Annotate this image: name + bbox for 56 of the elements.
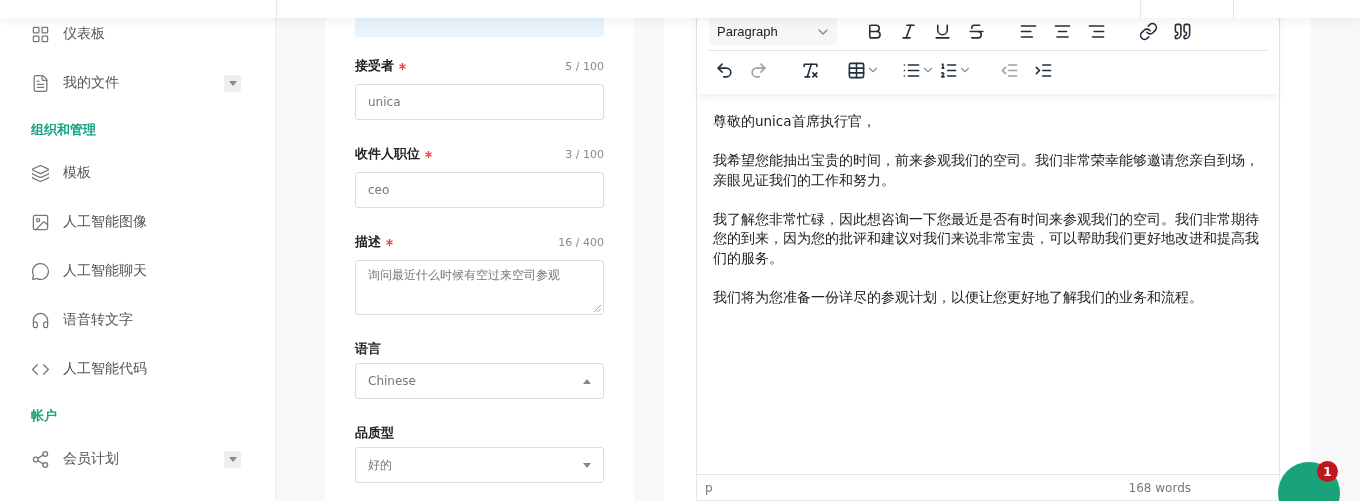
image-icon xyxy=(31,212,50,232)
document-icon xyxy=(31,73,50,93)
sidebar-item[interactable]: 会员计划 xyxy=(31,443,241,475)
align-center-icon xyxy=(1052,22,1072,41)
word-count: 168 words xyxy=(1128,480,1191,495)
redo-icon xyxy=(748,60,768,80)
text-field[interactable]: ceo xyxy=(355,172,604,208)
headphones-icon xyxy=(31,310,50,330)
clear-format-icon xyxy=(800,60,820,80)
strikethrough-icon xyxy=(966,22,986,41)
paragraph: 我希望您能抽出宝贵的时间，前来参观我们的空司。我们非常荣幸能够邀请您亲自到场，亲眼见证我们的工作和努力。 xyxy=(713,151,1260,190)
character-counter: 3 / 100 xyxy=(565,147,604,161)
sidebar-section-title: 组织和管理 xyxy=(31,121,97,139)
numbered-list-icon xyxy=(939,60,958,80)
sidebar-item[interactable]: 人工智能图像 xyxy=(31,206,241,238)
expand-button[interactable] xyxy=(224,450,241,468)
table-icon xyxy=(847,60,866,80)
field-label: 品质型 xyxy=(355,424,394,442)
align-left-icon xyxy=(1018,22,1038,41)
caret-down-icon xyxy=(228,80,237,86)
sidebar-item[interactable]: 模板 xyxy=(31,157,241,189)
sidebar-item[interactable]: 人工智能聊天 xyxy=(31,255,241,287)
underline-icon xyxy=(932,22,952,41)
text-area[interactable]: 询问最近什么时候有空过来空司参观 xyxy=(355,260,604,315)
notification-badge: 1 xyxy=(1317,461,1338,482)
field-label: 收件人职位 xyxy=(355,145,420,163)
sidebar-item[interactable]: 我的文件 xyxy=(31,67,241,99)
select-field[interactable]: 好的 xyxy=(355,447,604,483)
align-right-icon xyxy=(1086,22,1106,41)
select-field[interactable]: Chinese xyxy=(355,363,604,399)
sidebar-item[interactable]: 仪表板 xyxy=(31,18,241,50)
paragraph: 我了解您非常忙碌，因此想咨询一下您最近是否有时间来参观我们的空司。我们非常期待您的到来，因为您的批评和建议对我们来说非常宝贵，可以帮助我们更好地改进和提高我们的服务。 xyxy=(713,209,1260,268)
sidebar-item[interactable]: 语音转文字 xyxy=(31,304,241,336)
sidebar-section-title: 帐户 xyxy=(31,407,58,425)
layers-icon xyxy=(31,163,50,183)
character-counter: 5 / 100 xyxy=(565,59,604,73)
editor-content[interactable]: 尊敬的unica首席执行官， 我希望您能抽出宝贵的时间，前来参观我们的空司。我们非常荣幸能够邀请您亲自到场，亲眼见证我们的工作和努力。 我了解您非常忙碌，因此想咨询一下您最近是否有时间来参观我们的空司。我们非常期待您的到来，因为您的批评和建议对我们来说非常宝贵，可以帮助我们更好地改进和提高我们的服务。 我们将为您准备一份详尽的参观计划，以便让您更好地了解我们的业务和流程。 xyxy=(697,94,1279,474)
share-icon xyxy=(31,449,50,469)
caret-down-icon xyxy=(228,456,237,462)
quote-icon xyxy=(1172,22,1192,41)
undo-icon xyxy=(714,60,734,80)
field-label: 接受者 xyxy=(355,57,394,75)
expand-button[interactable] xyxy=(224,74,241,92)
sidebar-item[interactable]: 人工智能代码 xyxy=(31,353,241,385)
paragraph: 尊敬的unica首席执行官， xyxy=(713,112,877,131)
speech-bubble-icon xyxy=(31,261,50,281)
element-path: p xyxy=(705,480,713,495)
field-label: 描述 xyxy=(355,233,381,251)
field-label: 语言 xyxy=(355,340,381,358)
resize-grip-icon[interactable] xyxy=(594,305,601,312)
paragraph: 我们将为您准备一份详尽的参观计划，以便让您更好地了解我们的业务和流程。 xyxy=(713,287,1204,307)
block-format-dropdown[interactable]: Paragraph xyxy=(709,18,837,45)
link-icon xyxy=(1138,22,1158,41)
character-counter: 16 / 400 xyxy=(558,235,604,249)
grid-icon xyxy=(31,24,50,44)
text-field[interactable]: unica xyxy=(355,84,604,120)
